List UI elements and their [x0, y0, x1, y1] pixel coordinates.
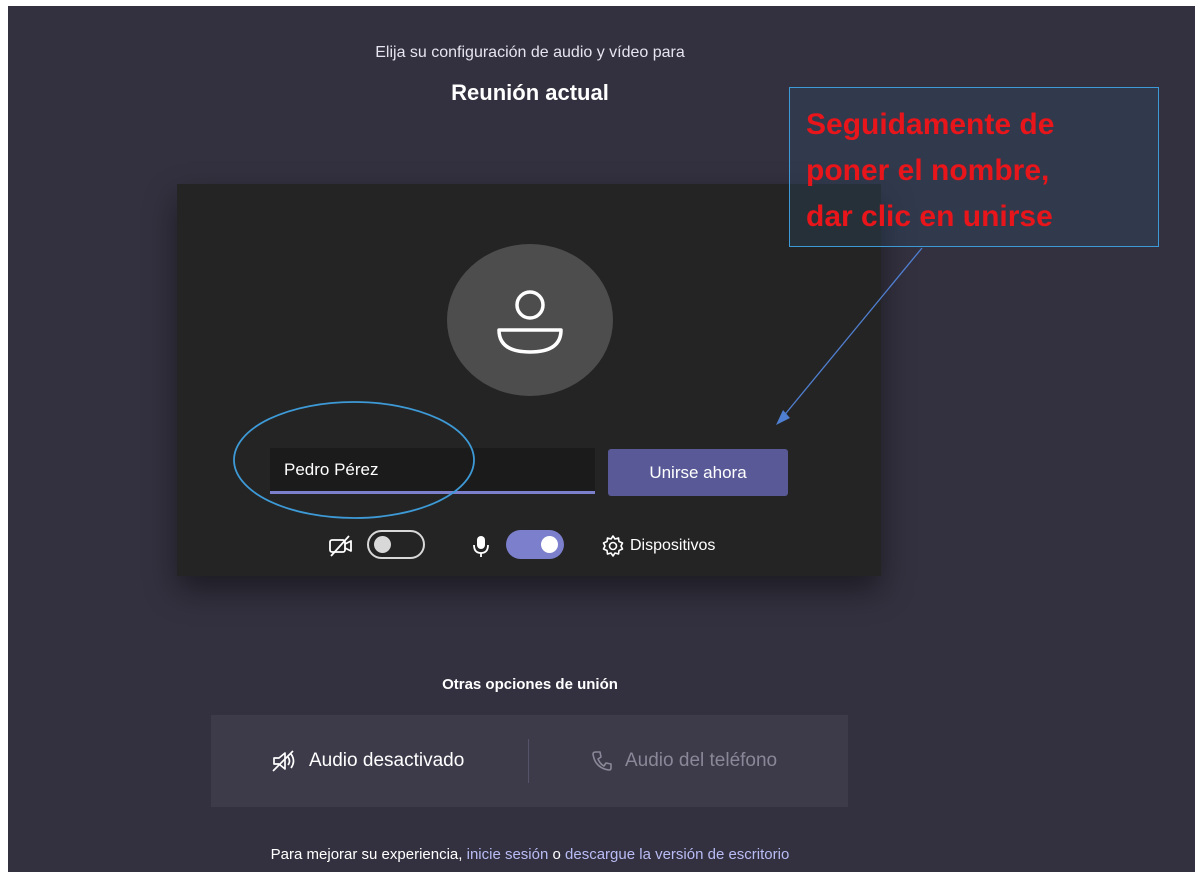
other-options-panel: Audio desactivado Audio del teléfono — [211, 715, 848, 807]
camera-off-icon — [328, 534, 354, 563]
avatar — [447, 244, 613, 396]
camera-toggle[interactable] — [367, 530, 425, 559]
prejoin-subtitle: Elija su configuración de audio y vídeo … — [375, 44, 685, 61]
speaker-off-icon — [272, 750, 295, 772]
phone-icon — [592, 751, 612, 771]
download-desktop-link[interactable]: descargue la versión de escritorio — [565, 846, 789, 863]
signin-link[interactable]: inicie sesión — [467, 846, 549, 863]
microphone-icon — [473, 534, 489, 563]
microphone-toggle-knob — [541, 536, 558, 553]
device-controls: Dispositivos — [177, 528, 881, 564]
annotation-line-2: poner el nombre, — [806, 154, 1050, 187]
annotation-box: Seguidamente de poner el nombre, dar cli… — [789, 87, 1159, 247]
screenshot-edge-top — [0, 0, 1195, 6]
annotation-line-1: Seguidamente de — [806, 108, 1055, 141]
audio-off-label: Audio desactivado — [309, 750, 465, 771]
join-now-button[interactable]: Unirse ahora — [608, 449, 788, 496]
footer-text: Para mejorar su experiencia, inicie sesi… — [0, 846, 1060, 863]
footer-prefix: Para mejorar su experiencia, — [270, 846, 467, 863]
audio-off-option[interactable]: Audio desactivado — [271, 715, 464, 807]
prejoin-card: Unirse ahora — [177, 184, 881, 576]
footer-middle: o — [548, 846, 566, 863]
options-divider — [528, 739, 529, 783]
screenshot-edge-left — [0, 0, 8, 872]
annotation-line-3: dar clic en unirse — [806, 200, 1053, 233]
gear-icon[interactable] — [601, 534, 625, 563]
name-input[interactable] — [270, 448, 595, 494]
microphone-toggle[interactable] — [506, 530, 564, 559]
camera-toggle-knob — [374, 536, 391, 553]
phone-audio-option[interactable]: Audio del teléfono — [591, 715, 777, 807]
other-options-title: Otras opciones de unión — [442, 676, 618, 693]
person-icon — [497, 290, 563, 354]
devices-button[interactable]: Dispositivos — [630, 537, 715, 555]
phone-audio-label: Audio del teléfono — [625, 750, 778, 771]
